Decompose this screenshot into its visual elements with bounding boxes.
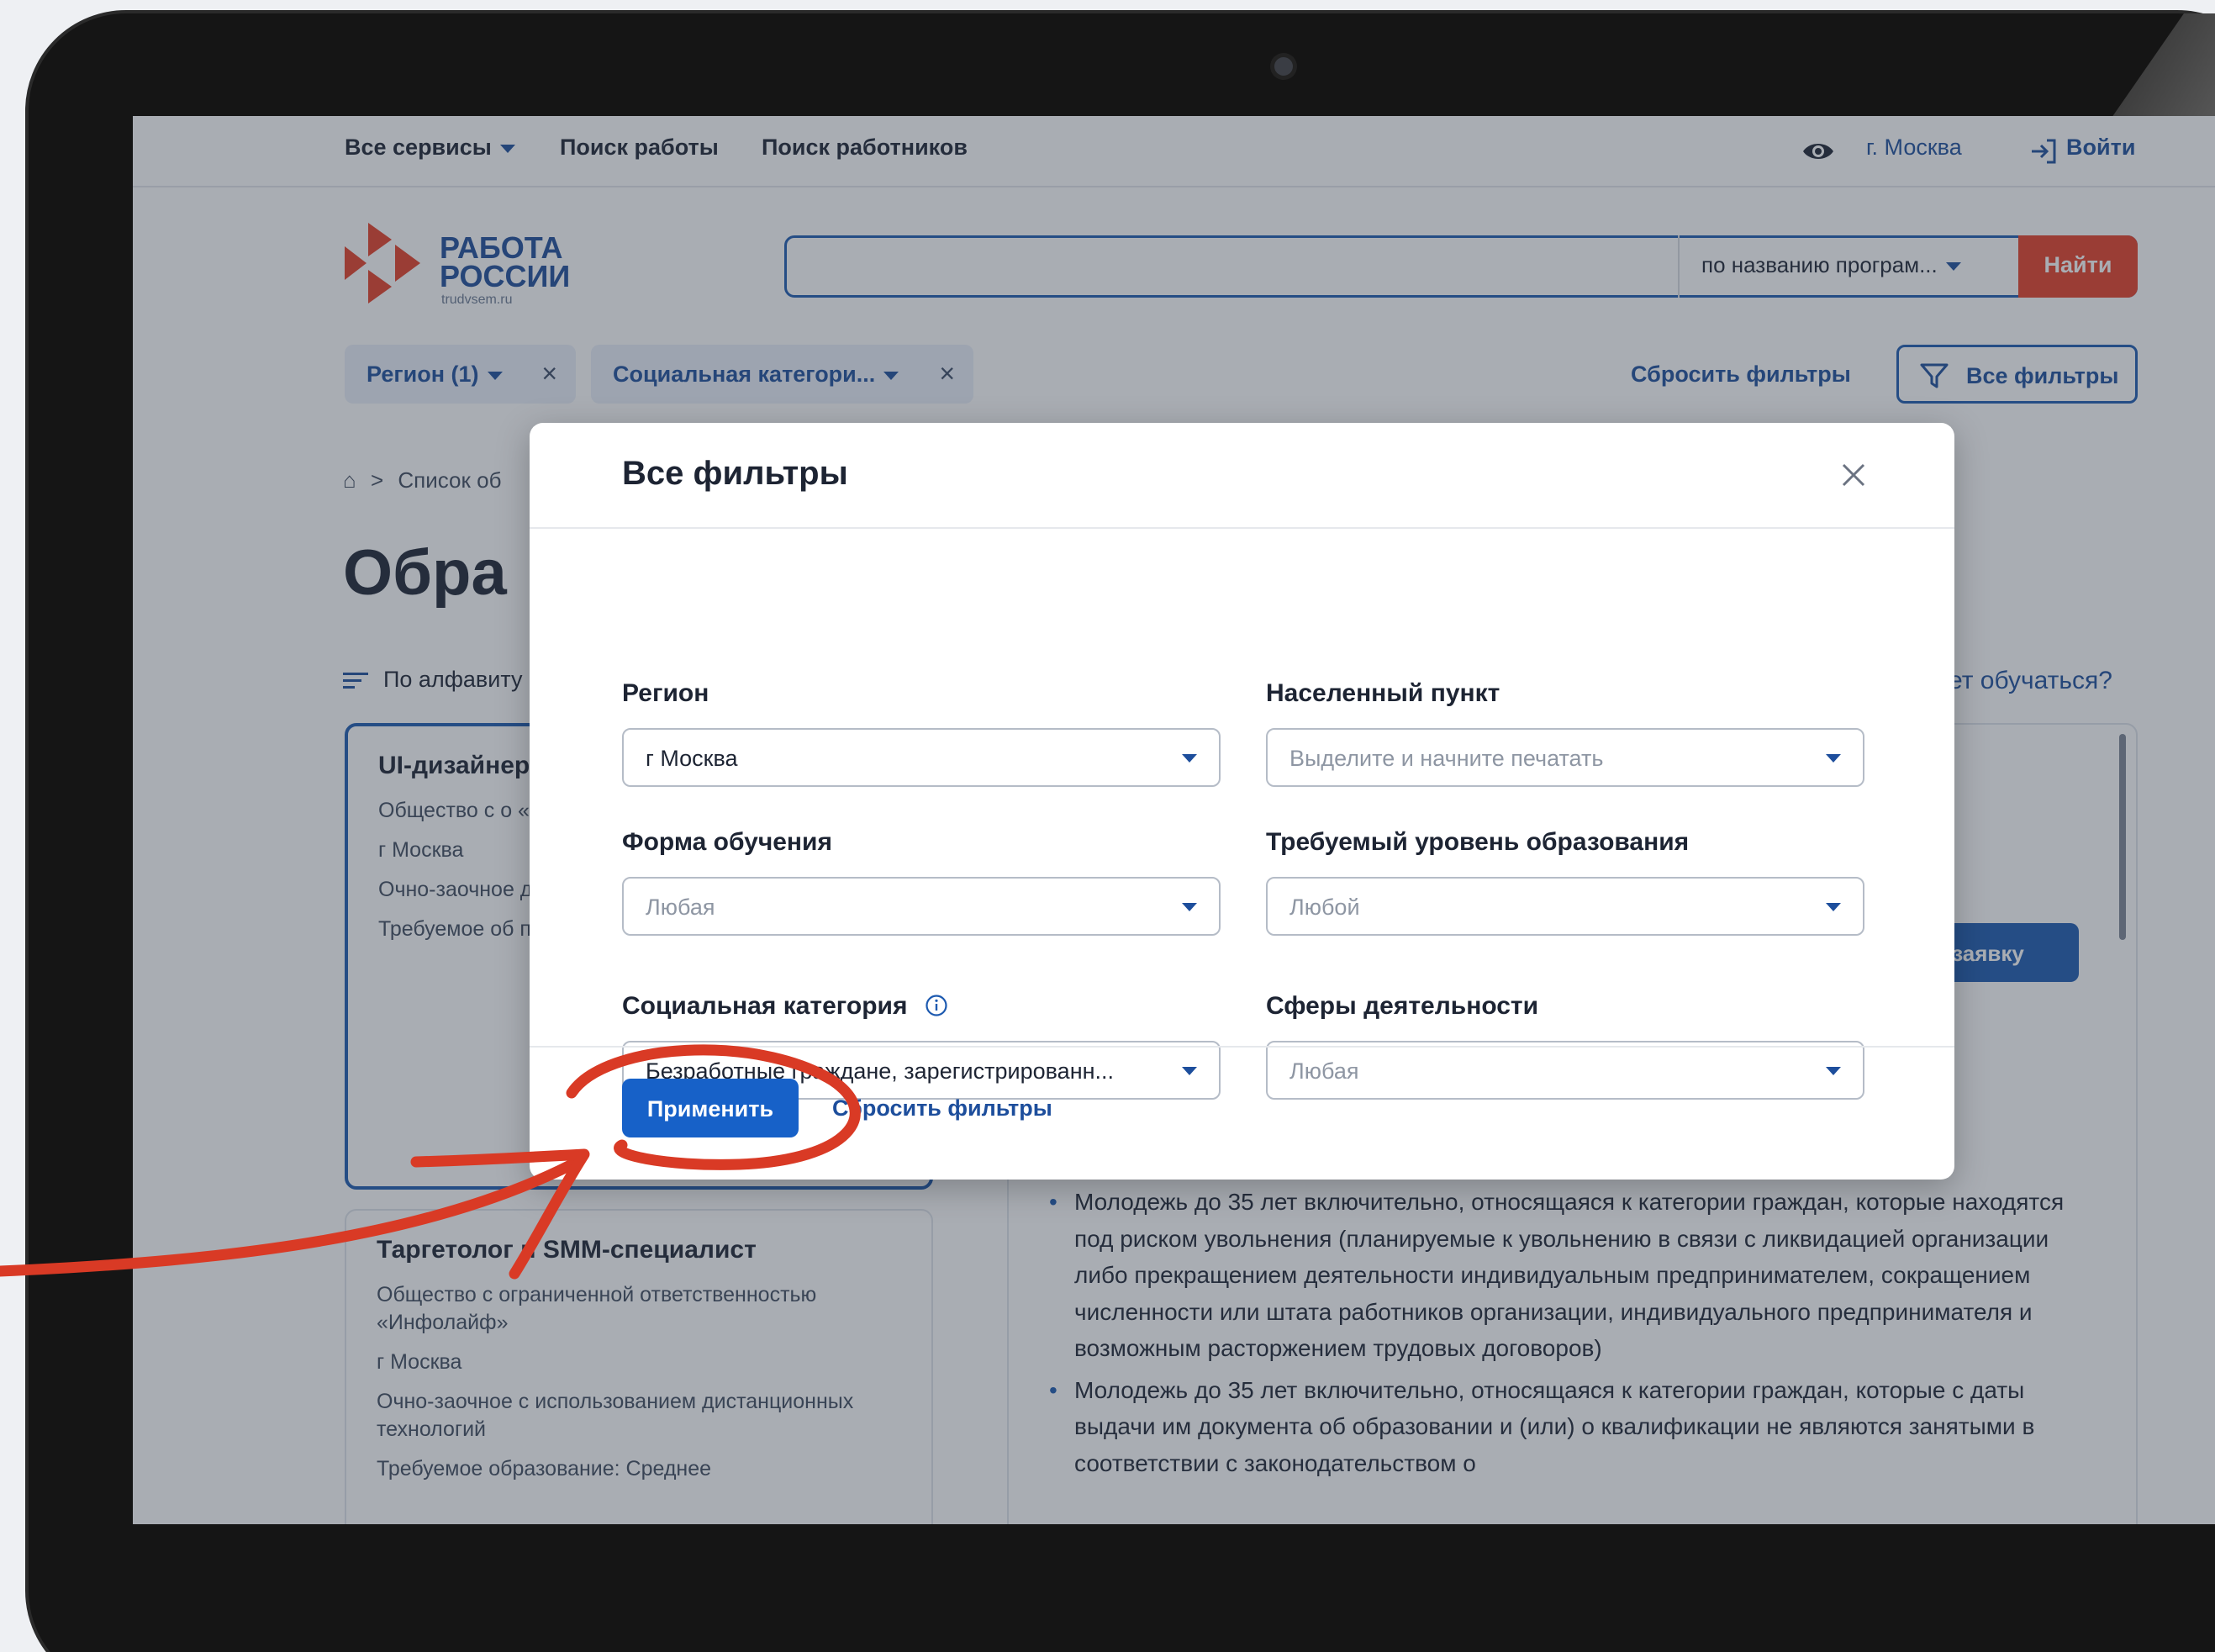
social-category-label-text: Социальная категория	[622, 992, 908, 1020]
study-form-label: Форма обучения	[622, 828, 832, 856]
locality-label: Населенный пункт	[1266, 679, 1500, 707]
activity-sphere-placeholder: Любая	[1289, 1058, 1359, 1084]
region-select[interactable]: г Москва	[622, 728, 1221, 787]
screen: Все сервисы Поиск работы Поиск работнико…	[133, 116, 2215, 1524]
apply-button[interactable]: Применить	[622, 1079, 799, 1137]
education-level-placeholder: Любой	[1289, 895, 1360, 920]
education-level-select[interactable]: Любой	[1266, 877, 1864, 936]
camera-icon	[1274, 57, 1293, 76]
region-value: г Москва	[646, 746, 738, 771]
chevron-down-icon	[1182, 754, 1197, 763]
social-category-label: Социальная категория	[622, 992, 948, 1021]
chevron-down-icon	[1182, 903, 1197, 911]
activity-sphere-select[interactable]: Любая	[1266, 1041, 1864, 1100]
locality-placeholder: Выделите и начните печатать	[1289, 746, 1604, 771]
chevron-down-icon	[1826, 1067, 1841, 1075]
chevron-down-icon	[1826, 903, 1841, 911]
education-level-label: Требуемый уровень образования	[1266, 828, 1690, 856]
chevron-down-icon	[1826, 754, 1841, 763]
study-form-select[interactable]: Любая	[622, 877, 1221, 936]
modal-title: Все фильтры	[622, 455, 848, 492]
close-icon[interactable]	[1837, 458, 1870, 492]
study-form-placeholder: Любая	[646, 895, 715, 920]
info-icon[interactable]	[925, 994, 948, 1017]
activity-sphere-label: Сферы деятельности	[1266, 992, 1539, 1020]
reset-filters-button[interactable]: Сбросить фильтры	[832, 1095, 1052, 1122]
chevron-down-icon	[1182, 1067, 1197, 1075]
divider	[530, 1046, 1954, 1048]
all-filters-modal: Все фильтры Регион г Москва Населенный п…	[530, 423, 1954, 1180]
region-label: Регион	[622, 679, 709, 707]
locality-select[interactable]: Выделите и начните печатать	[1266, 728, 1864, 787]
divider	[530, 527, 1954, 529]
